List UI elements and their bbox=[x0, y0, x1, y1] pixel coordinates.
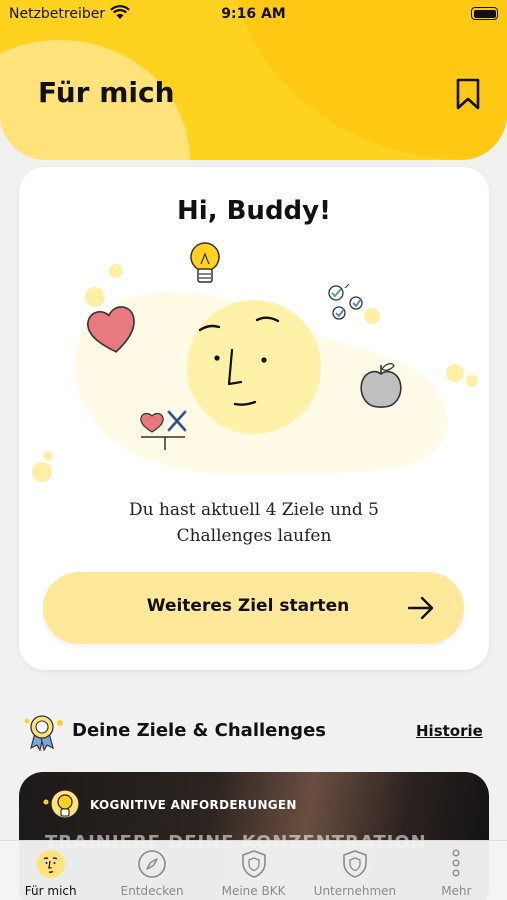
decor-dot bbox=[32, 462, 52, 482]
welcome-card: Hi, Buddy! Du hast aktuell 4 Ziele und 5… bbox=[19, 167, 489, 670]
challenge-category: KOGNITIVE ANFORDERUNGEN bbox=[90, 798, 297, 812]
tab-unternehmen[interactable]: Unternehmen bbox=[304, 841, 405, 900]
checklist-icon bbox=[328, 283, 363, 320]
tab-entdecken[interactable]: Entdecken bbox=[101, 841, 202, 900]
more-dots-icon bbox=[452, 849, 460, 877]
buddy-illustration bbox=[32, 242, 478, 482]
start-goal-label: Weiteres Ziel starten bbox=[146, 596, 350, 616]
tab-mehr[interactable]: Mehr bbox=[406, 841, 507, 900]
start-goal-button[interactable]: Weiteres Ziel starten bbox=[43, 572, 464, 644]
award-ribbon-icon bbox=[24, 715, 63, 751]
decor-dot bbox=[43, 451, 53, 461]
tab-label: Meine BKK bbox=[221, 884, 286, 898]
greeting-title: Hi, Buddy! bbox=[177, 196, 331, 226]
shield-icon bbox=[343, 850, 367, 878]
decor-dot bbox=[466, 375, 478, 387]
face-icon bbox=[187, 300, 321, 434]
battery-icon bbox=[471, 7, 498, 20]
bookmark-icon[interactable] bbox=[455, 78, 481, 110]
decor-dot bbox=[109, 264, 123, 278]
goals-summary: Du hast aktuell 4 Ziele und 5 Challenges… bbox=[128, 500, 379, 546]
decor-dot bbox=[364, 308, 380, 324]
tab-label: Mehr bbox=[441, 884, 472, 898]
decor-dot bbox=[85, 287, 105, 307]
compass-icon bbox=[138, 850, 166, 878]
lightbulb-icon bbox=[190, 242, 220, 283]
status-time: 9:16 AM bbox=[221, 6, 286, 22]
status-bar: Netzbetreiber 9:16 AM bbox=[0, 0, 507, 30]
lightbulb-icon bbox=[43, 789, 80, 819]
history-link[interactable]: Historie bbox=[416, 722, 483, 740]
tab-meine-bkk[interactable]: Meine BKK bbox=[203, 841, 304, 900]
tab-bar: Für mich Entdecken Meine BKK Unternehmen… bbox=[0, 840, 507, 900]
tab-label: Unternehmen bbox=[313, 884, 397, 898]
tab-label: Entdecken bbox=[120, 884, 184, 898]
arrow-right-icon bbox=[407, 596, 434, 620]
face-icon bbox=[36, 850, 65, 878]
tab-fuer-mich[interactable]: Für mich bbox=[0, 841, 101, 900]
decor-dot bbox=[446, 364, 464, 382]
tab-label: Für mich bbox=[24, 884, 77, 898]
section-title: Deine Ziele & Challenges bbox=[72, 720, 326, 741]
shield-icon bbox=[241, 850, 266, 878]
page-title: Für mich bbox=[38, 76, 175, 109]
header: Netzbetreiber 9:16 AM Für mich bbox=[0, 0, 507, 160]
